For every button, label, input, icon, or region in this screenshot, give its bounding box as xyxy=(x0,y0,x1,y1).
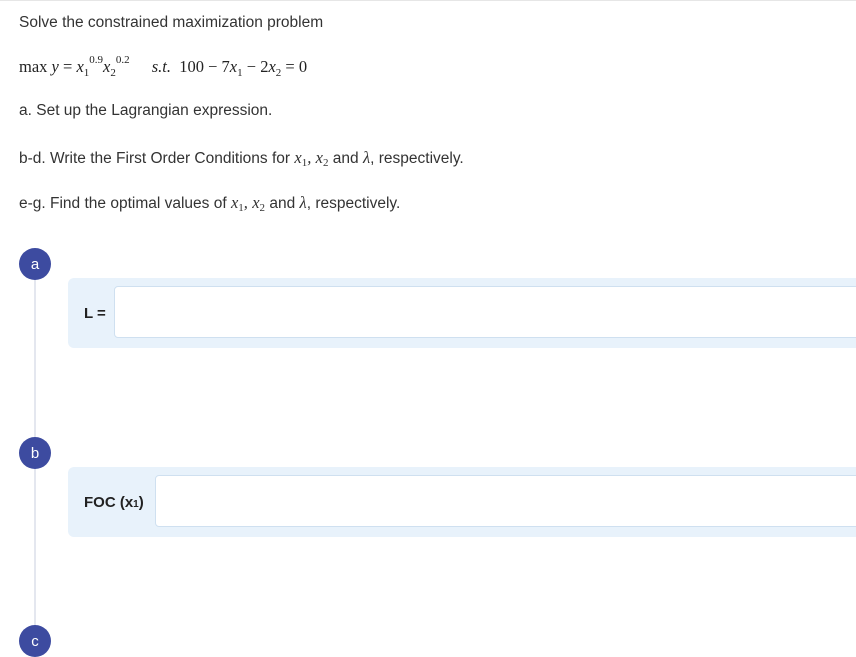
lagrangian-label: L = xyxy=(84,304,106,322)
question-suffix: , respectively. xyxy=(370,150,464,167)
question-bd-prefix: b-d. Write the First Order Conditions fo… xyxy=(19,150,295,167)
sub-2-constraint: 2 xyxy=(275,67,282,79)
subject-to: s.t. xyxy=(151,57,171,76)
sub-1: 1 xyxy=(83,67,90,79)
sub-1-constraint: 1 xyxy=(237,67,243,79)
math-comma: , xyxy=(307,148,312,167)
question-suffix: , respectively. xyxy=(306,195,401,212)
constant-100: 100 xyxy=(179,57,204,76)
math-lambda: λ xyxy=(299,193,307,212)
step-badge-a: a xyxy=(19,248,51,280)
top-divider xyxy=(0,0,856,1)
foc-x1-label: FOC (x 1) xyxy=(84,493,144,511)
max-operator: max xyxy=(19,57,48,76)
math-x1: x1 xyxy=(294,148,308,169)
step-badge-b: b xyxy=(19,437,51,469)
equals-sign: = xyxy=(63,57,73,76)
question-e-g: e-g. Find the optimal values of x1, x2 a… xyxy=(19,193,401,214)
sub-2: 2 xyxy=(110,67,116,79)
word-and: and xyxy=(332,150,359,167)
constraint-rhs: = 0 xyxy=(285,57,308,76)
var-y: y xyxy=(51,57,59,76)
question-eg-prefix: e-g. Find the optimal values of xyxy=(19,195,231,212)
minus-sign-2: − xyxy=(246,57,257,76)
lagrangian-input[interactable] xyxy=(114,286,856,338)
problem-intro: Solve the constrained maximization probl… xyxy=(19,14,324,31)
math-x1: x1 xyxy=(230,193,244,214)
var-x2-constraint: x xyxy=(268,57,276,76)
math-comma: , xyxy=(243,193,248,212)
math-x2: x2 xyxy=(252,193,266,214)
word-and: and xyxy=(269,195,296,212)
question-a: a. Set up the Lagrangian expression. xyxy=(19,102,273,119)
foc-x1-input[interactable] xyxy=(155,475,856,527)
coef-7: 7 xyxy=(221,57,230,76)
problem-formula: max y = x10.9x20.2 s.t. 100 − 7x1 − 2x2 … xyxy=(19,54,308,79)
var-x1: x xyxy=(76,57,84,76)
question-b-d: b-d. Write the First Order Conditions fo… xyxy=(19,148,464,169)
math-x2: x2 xyxy=(315,148,329,169)
minus-sign-1: − xyxy=(208,57,218,76)
exponent-2: 0.2 xyxy=(115,54,130,66)
answer-panel-a: L = xyxy=(68,278,856,348)
exponent-1: 0.9 xyxy=(89,54,104,66)
answer-panel-b: FOC (x 1) xyxy=(68,467,856,537)
